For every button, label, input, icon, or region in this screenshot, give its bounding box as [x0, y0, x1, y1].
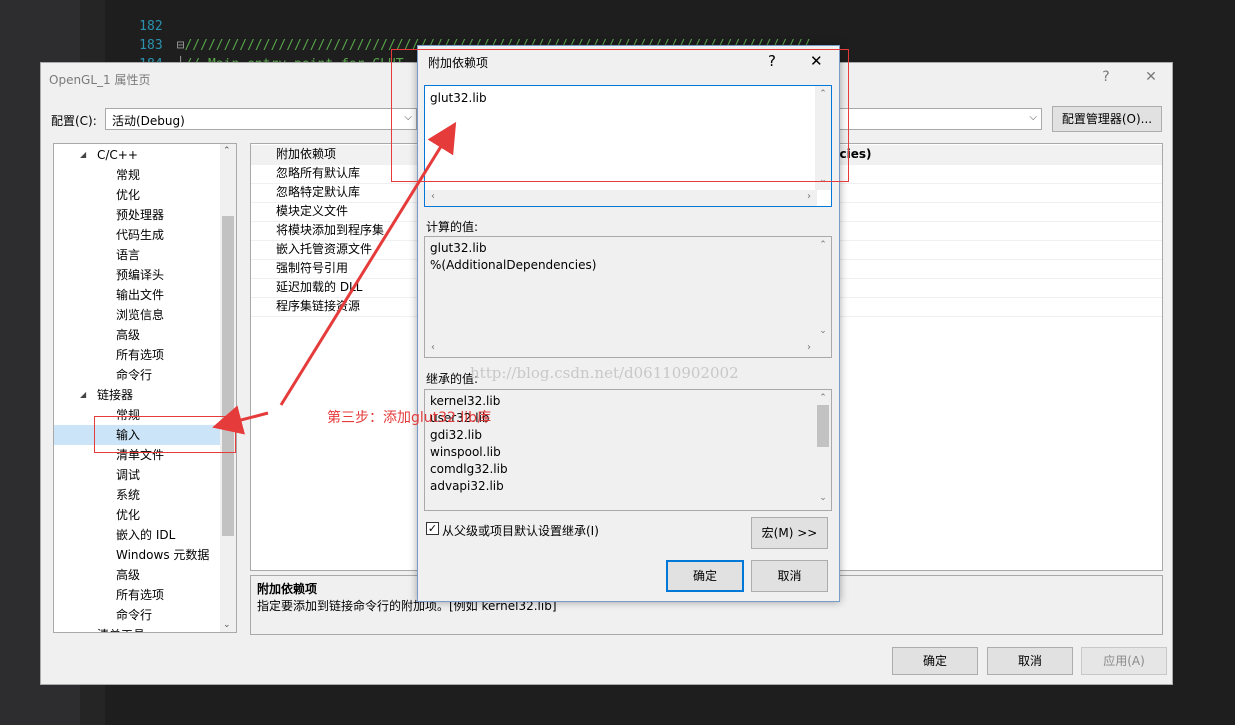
arrow-to-input [212, 405, 269, 435]
watermark: http://blog.csdn.net/d06110902002 [470, 364, 739, 382]
arrow-to-textarea [279, 121, 457, 406]
annotation-arrows [212, 121, 457, 435]
annotation-text: 第三步：添加glut32.lib库 [327, 410, 492, 426]
